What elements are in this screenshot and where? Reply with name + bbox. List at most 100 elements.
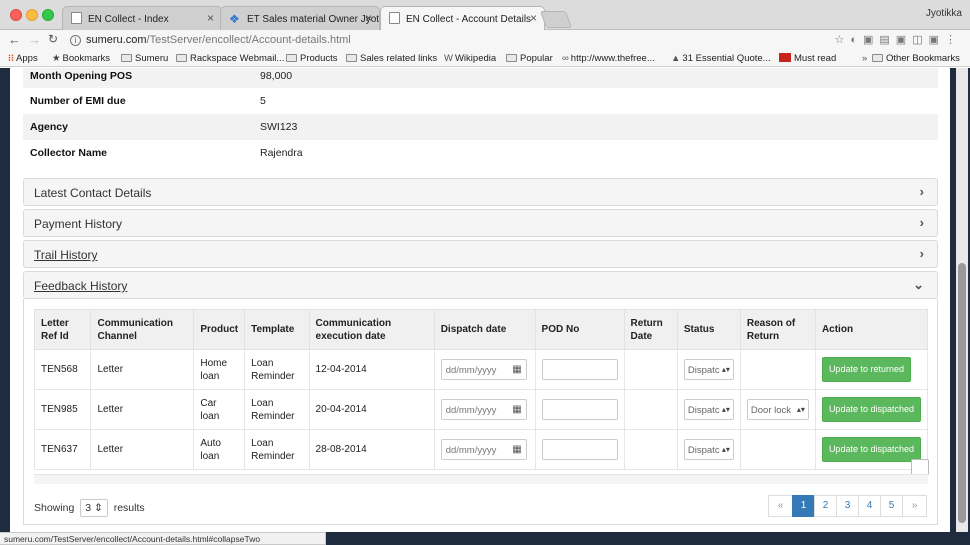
browser-tab-sales[interactable]: ❖ ET Sales material Owner Jyoti ×: [220, 6, 380, 30]
folder-icon: [871, 54, 883, 62]
cell-dispatch: dd/mm/yyyy ▦: [433, 429, 536, 470]
close-icon[interactable]: ×: [207, 11, 214, 25]
cell-channel: Letter: [90, 389, 195, 430]
pagination: « 1 2 3 4 5 »: [768, 495, 927, 517]
bookmark-quotes[interactable]: ▲ 31 Essential Quote...: [671, 53, 771, 64]
bookmark-must-read[interactable]: Must read: [779, 53, 836, 64]
accordion-latest-contact[interactable]: Latest Contact Details ›: [23, 178, 938, 206]
pod-no-input[interactable]: [541, 439, 618, 460]
bookmark-wikipedia[interactable]: W Wikipedia: [444, 53, 496, 64]
url-host: sumeru.com: [86, 34, 147, 46]
reload-icon[interactable]: ↻: [48, 32, 58, 46]
table-horizontal-scrollbar[interactable]: [34, 474, 928, 484]
close-icon[interactable]: ×: [365, 11, 372, 25]
pagination-page-5[interactable]: 5: [880, 495, 903, 517]
column-header: Action: [814, 309, 929, 350]
tab-title: EN Collect - Account Details: [406, 14, 532, 25]
update-to-dispatched-button[interactable]: Update to dispatched: [821, 397, 921, 422]
cell-reason: [739, 429, 816, 470]
cell-reason: [739, 349, 816, 390]
extension-icons[interactable]: ☆◐▣▤▣◫▣⋮: [835, 33, 962, 46]
scrollbar-thumb[interactable]: [958, 263, 966, 523]
must-read-icon: [779, 53, 791, 62]
bookmark-products[interactable]: Products: [286, 53, 338, 64]
cell-ref: TEN985: [33, 389, 92, 430]
cell-template: Loan Reminder: [244, 389, 310, 430]
bookmark-popular[interactable]: Popular: [506, 53, 553, 64]
calendar-icon[interactable]: ▦: [512, 363, 521, 376]
cell-status: Dispatc ▴▾: [676, 429, 741, 470]
status-select[interactable]: Dispatc ▴▾: [683, 399, 734, 420]
feedback-table: Letter Ref Id Communication Channel Prod…: [33, 309, 929, 470]
pagination-next[interactable]: »: [902, 495, 927, 517]
pagination-page-1[interactable]: 1: [792, 495, 815, 517]
url-path: /TestServer/encollect/Account-details.ht…: [146, 34, 351, 46]
column-header: Product: [193, 309, 246, 350]
maximize-window-button[interactable]: [42, 9, 54, 21]
bookmark-sumeru[interactable]: Sumeru: [121, 53, 168, 64]
column-header: POD No: [534, 309, 625, 350]
calendar-icon[interactable]: ▦: [512, 443, 521, 456]
column-header: Return Date: [623, 309, 678, 350]
link-icon: ∞: [562, 53, 569, 64]
cell-return-date: [623, 349, 678, 390]
dispatch-date-input[interactable]: dd/mm/yyyy ▦: [440, 399, 527, 420]
status-select[interactable]: Dispatc ▴▾: [683, 439, 734, 460]
bookmark-apps[interactable]: ⁝⁝ Apps: [8, 53, 38, 64]
browser-toolbar: ← → ↻ i sumeru.com/TestServer/encollect/A…: [0, 30, 970, 50]
address-bar[interactable]: i sumeru.com/TestServer/encollect/Account…: [66, 31, 826, 49]
select-arrows-icon: ⇕: [93, 502, 103, 514]
pagination-page-3[interactable]: 3: [836, 495, 859, 517]
bookmark-sales-links[interactable]: Sales related links: [346, 53, 437, 64]
cell-return-date: [623, 429, 678, 470]
column-header: Template: [244, 309, 310, 350]
close-window-button[interactable]: [10, 9, 22, 21]
table-row: TEN637 Letter Auto loan Loan Reminder 28…: [33, 429, 929, 470]
cell-action: Update to returned: [814, 349, 929, 390]
new-tab-button[interactable]: [539, 11, 573, 28]
chevron-down-icon: ⌄: [913, 277, 924, 292]
calendar-icon[interactable]: ▦: [512, 403, 521, 416]
accordion-trail-history[interactable]: Trail History ›: [23, 240, 938, 268]
dispatch-date-input[interactable]: dd/mm/yyyy ▦: [440, 359, 527, 380]
column-header: Communication execution date: [308, 309, 435, 350]
bookmark-thefree[interactable]: ∞ http://www.thefree...: [562, 53, 655, 64]
dispatch-date-input[interactable]: dd/mm/yyyy ▦: [440, 439, 527, 460]
detail-row: Agency SWI123: [23, 114, 938, 140]
profile-name[interactable]: Jyotikka: [926, 8, 962, 19]
quote-icon: ▲: [671, 53, 681, 64]
pagination-prev[interactable]: «: [768, 495, 793, 517]
folder-icon: [346, 54, 357, 62]
column-header: Dispatch date: [433, 309, 536, 350]
status-select[interactable]: Dispatc ▴▾: [683, 359, 734, 380]
page-vertical-scrollbar[interactable]: [956, 68, 968, 532]
minimize-window-button[interactable]: [26, 9, 38, 21]
cell-status: Dispatc ▴▾: [676, 349, 741, 390]
pagination-page-4[interactable]: 4: [858, 495, 881, 517]
forward-arrow-icon[interactable]: →: [28, 32, 41, 47]
accordion-feedback-history[interactable]: Feedback History ⌄: [23, 271, 938, 299]
page-size-control: Showing 3 ⇕ results: [34, 499, 145, 517]
browser-tab-index[interactable]: EN Collect - Index ×: [62, 6, 222, 30]
bookmark-other[interactable]: » Other Bookmarks: [862, 53, 960, 64]
pagination-page-2[interactable]: 2: [814, 495, 837, 517]
update-to-returned-button[interactable]: Update to returned: [821, 357, 911, 382]
pod-no-input[interactable]: [541, 399, 618, 420]
info-icon[interactable]: i: [70, 35, 81, 46]
cell-return-date: [623, 389, 678, 430]
scroll-corner-box[interactable]: [911, 459, 929, 475]
showing-label: Showing: [34, 502, 75, 514]
bookmark-bookmarks[interactable]: ★ Bookmarks: [52, 53, 110, 64]
pod-no-input[interactable]: [541, 359, 618, 380]
browser-tab-account-details[interactable]: EN Collect - Account Details ×: [380, 6, 545, 31]
column-header: Letter Ref Id: [33, 309, 92, 350]
update-to-dispatched-button[interactable]: Update to dispatched: [821, 437, 921, 462]
page-size-select[interactable]: 3 ⇕: [80, 499, 108, 517]
cell-reason: Door lock ▴▾: [739, 389, 816, 430]
accordion-payment-history[interactable]: Payment History ›: [23, 209, 938, 237]
bookmark-rackspace[interactable]: Rackspace Webmail...: [176, 53, 284, 64]
cell-exec-date: 20-04-2014: [308, 389, 435, 430]
close-icon[interactable]: ×: [530, 11, 537, 25]
back-arrow-icon[interactable]: ←: [8, 32, 21, 47]
reason-select[interactable]: Door lock ▴▾: [746, 399, 809, 420]
